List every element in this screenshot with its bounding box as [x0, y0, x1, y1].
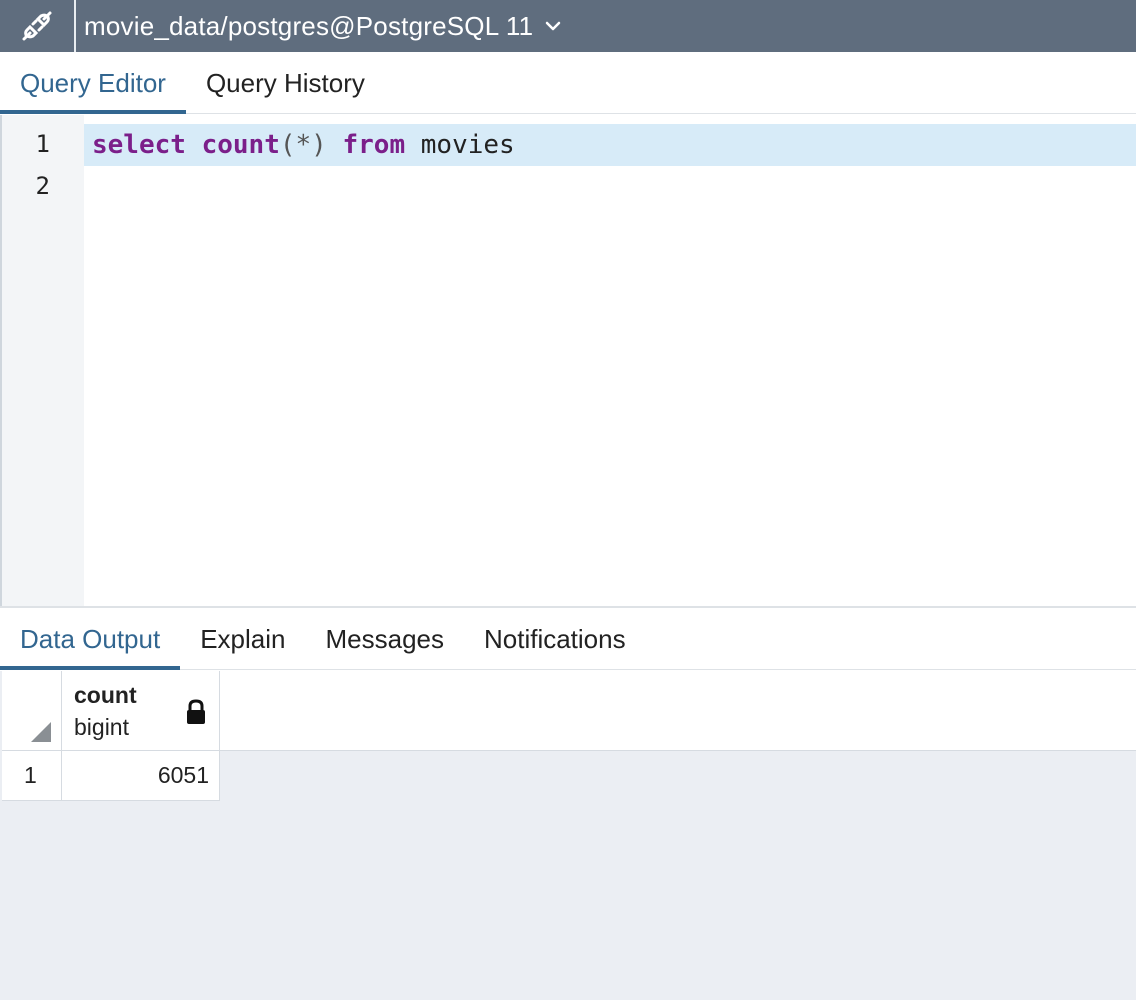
paren-token: )	[311, 130, 327, 160]
tab-label: Explain	[200, 623, 286, 654]
line-number: 2	[35, 172, 50, 200]
chevron-down-icon	[545, 20, 561, 32]
column-name: count	[74, 682, 137, 708]
connection-title: movie_data/postgres@PostgreSQL 11	[84, 10, 534, 41]
tab-query-history[interactable]: Query History	[186, 52, 385, 114]
editor-tab-bar: Query Editor Query History	[0, 52, 1136, 114]
tab-label: Notifications	[483, 623, 626, 654]
tab-data-output[interactable]: Data Output	[0, 608, 181, 670]
tab-notifications[interactable]: Notifications	[464, 608, 646, 670]
column-header-count[interactable]: count bigint	[62, 671, 220, 751]
line-number: 1	[35, 130, 50, 158]
select-all-icon	[31, 722, 51, 742]
select-all-corner[interactable]	[2, 671, 62, 751]
results-grid[interactable]: count bigint 1 6051	[0, 671, 1136, 1000]
function-token: count	[201, 130, 280, 160]
tab-label: Messages	[325, 623, 444, 654]
paren-token: (	[279, 130, 296, 160]
tab-label: Query History	[205, 67, 365, 98]
column-type: bigint	[74, 714, 129, 740]
code-line[interactable]: select count(*) from movies	[84, 124, 1136, 166]
tab-messages[interactable]: Messages	[305, 608, 464, 670]
connection-bar: movie_data/postgres@PostgreSQL 11	[0, 0, 1136, 52]
sql-editor[interactable]: 1 2 select count(*) from movies	[0, 115, 1136, 606]
header-filler	[220, 671, 1136, 751]
lock-icon	[185, 699, 207, 730]
code-line[interactable]	[84, 166, 1136, 208]
code-area[interactable]: select count(*) from movies	[84, 115, 1136, 606]
output-tab-bar: Data Output Explain Messages Notificatio…	[0, 606, 1136, 670]
keyword-token: from	[342, 130, 406, 160]
keyword-token: select	[92, 130, 186, 160]
tab-query-editor[interactable]: Query Editor	[0, 52, 186, 114]
line-number-gutter: 1 2	[0, 115, 84, 606]
tab-label: Data Output	[20, 623, 161, 654]
star-token: *	[295, 130, 312, 160]
tab-label: Query Editor	[20, 67, 166, 98]
connection-plug-icon[interactable]	[0, 0, 76, 52]
identifier-token: movies	[420, 130, 515, 160]
table-cell[interactable]: 6051	[62, 751, 220, 801]
row-number[interactable]: 1	[2, 751, 62, 801]
tab-explain[interactable]: Explain	[180, 608, 305, 670]
connection-selector[interactable]: movie_data/postgres@PostgreSQL 11	[84, 11, 561, 42]
